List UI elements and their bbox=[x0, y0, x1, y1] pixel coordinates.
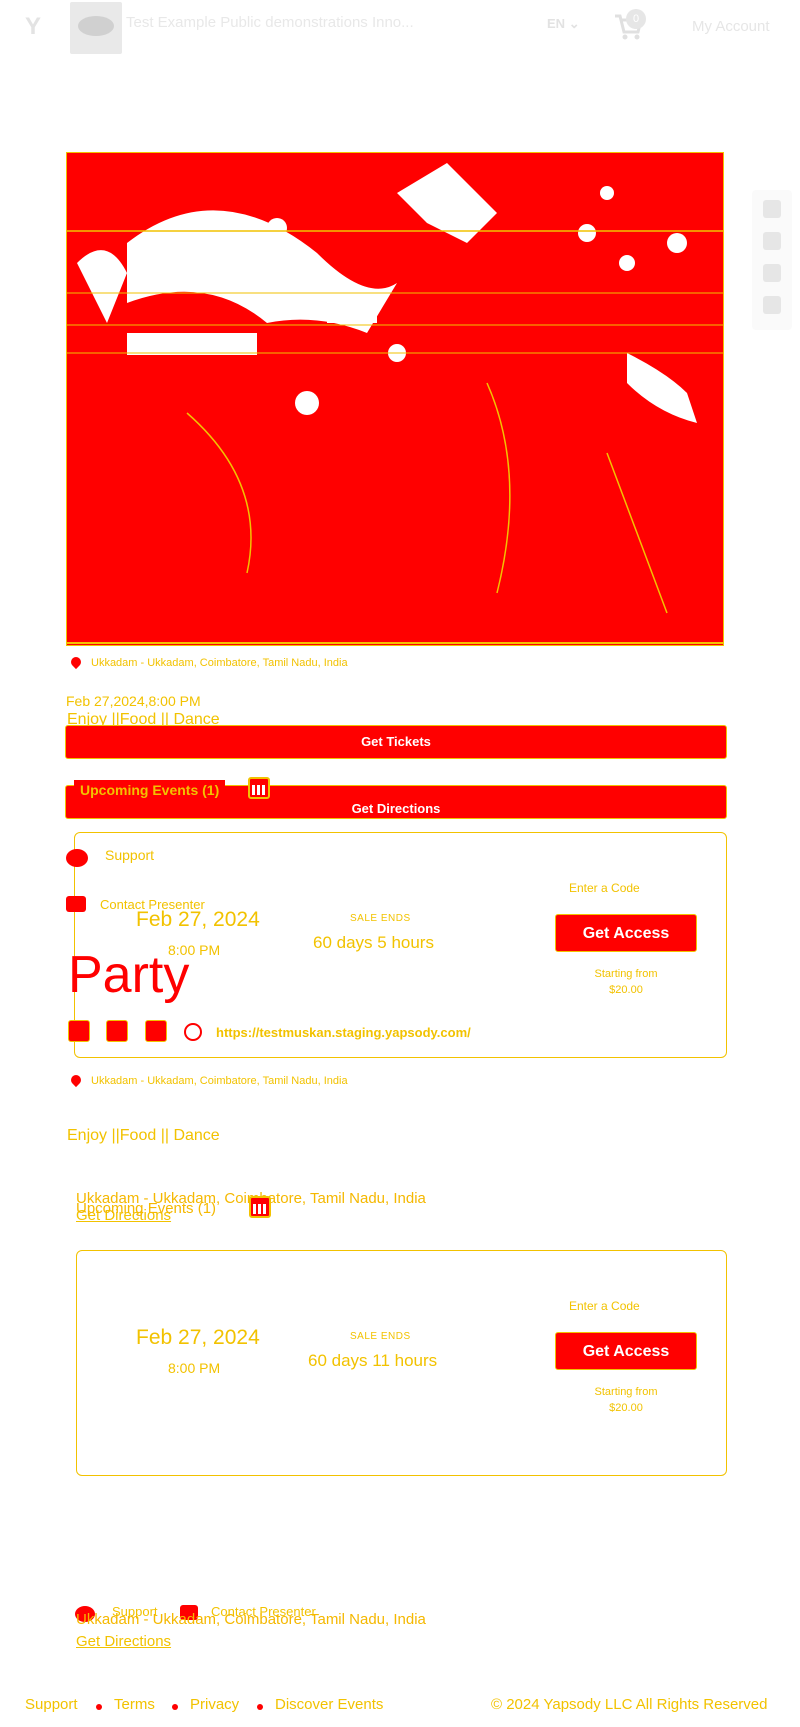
get-access-button[interactable]: Get Access bbox=[555, 1332, 697, 1370]
ticket-date: Feb 27, 2024 bbox=[136, 1326, 260, 1349]
language-label: EN bbox=[547, 16, 566, 31]
globe-icon bbox=[184, 1023, 202, 1041]
footer-separator bbox=[172, 1704, 178, 1710]
footer-copyright: © 2024 Yapsody LLC All Rights Reserved bbox=[491, 1696, 768, 1713]
share-rail bbox=[752, 190, 792, 330]
event-website-link[interactable]: https://testmuskan.staging.yapsody.com/ bbox=[216, 1025, 471, 1040]
twitter-share-icon[interactable] bbox=[763, 232, 781, 250]
event-tags-2: Enjoy ||Food || Dance bbox=[67, 1127, 220, 1144]
chevron-down-icon: ⌄ bbox=[568, 16, 580, 31]
footer-terms-link[interactable]: Terms bbox=[114, 1696, 155, 1713]
event-location-row: Ukkadam - Ukkadam, Coimbatore, Tamil Nad… bbox=[70, 657, 348, 669]
location-pin-icon bbox=[70, 1075, 82, 1089]
event-hero-image bbox=[66, 152, 724, 646]
event-name: Party bbox=[68, 946, 190, 1004]
sale-ends-label: SALE ENDS bbox=[350, 913, 411, 924]
ticket-date: Feb 27, 2024 bbox=[136, 908, 260, 931]
event-location: Ukkadam - Ukkadam, Coimbatore, Tamil Nad… bbox=[91, 1075, 348, 1087]
ticket-price: $20.00 bbox=[609, 1402, 643, 1414]
sale-countdown: 60 days 11 hours bbox=[308, 1351, 438, 1370]
twitter-icon[interactable] bbox=[106, 1020, 128, 1042]
footer-separator bbox=[96, 1704, 102, 1710]
share-icon[interactable] bbox=[763, 296, 781, 314]
starting-from: Starting from $20.00 bbox=[572, 1384, 680, 1416]
ticket-time: 8:00 PM bbox=[168, 1360, 221, 1376]
sale-countdown: 60 days 5 hours bbox=[313, 933, 434, 952]
event-datetime: Feb 27,2024,8:00 PM bbox=[66, 693, 201, 709]
pinterest-share-icon[interactable] bbox=[763, 264, 781, 282]
enter-code-link[interactable]: Enter a Code bbox=[569, 1299, 640, 1313]
starting-from-label: Starting from bbox=[594, 968, 658, 980]
footer-discover-link[interactable]: Discover Events bbox=[275, 1696, 383, 1713]
get-tickets-button[interactable]: Get Tickets bbox=[65, 725, 727, 759]
upcoming-events-heading-2: Upcoming Events (1) bbox=[76, 1200, 217, 1217]
calendar-icon[interactable] bbox=[248, 777, 270, 799]
facebook-share-icon[interactable] bbox=[763, 200, 781, 218]
calendar-icon[interactable] bbox=[249, 1196, 271, 1218]
cart-count-badge: 0 bbox=[626, 9, 646, 29]
upcoming-events-heading: Upcoming Events (1) bbox=[74, 780, 226, 800]
starting-from-label: Starting from bbox=[594, 1386, 658, 1398]
sale-ends-label: SALE ENDS bbox=[350, 1331, 411, 1342]
location-pin-icon bbox=[70, 657, 82, 671]
footer-support-link[interactable]: Support bbox=[25, 1696, 78, 1713]
header-event-title: Test Example Public demonstrations Inno.… bbox=[126, 14, 414, 31]
mail-icon bbox=[66, 896, 86, 912]
yapsody-logo[interactable]: Y bbox=[18, 14, 48, 40]
get-directions-link-2[interactable]: Get Directions bbox=[76, 1633, 171, 1650]
event-thumbnail bbox=[70, 2, 122, 54]
instagram-icon[interactable] bbox=[145, 1020, 167, 1042]
support-link[interactable]: Support bbox=[105, 847, 154, 863]
event-location-row-2: Ukkadam - Ukkadam, Coimbatore, Tamil Nad… bbox=[70, 1075, 348, 1087]
event-location: Ukkadam - Ukkadam, Coimbatore, Tamil Nad… bbox=[91, 657, 348, 669]
language-selector[interactable]: EN ⌄ bbox=[547, 16, 580, 32]
my-account-link[interactable]: My Account bbox=[692, 18, 770, 35]
facebook-icon[interactable] bbox=[68, 1020, 90, 1042]
starting-from: Starting from $20.00 bbox=[572, 966, 680, 998]
footer-privacy-link[interactable]: Privacy bbox=[190, 1696, 239, 1713]
venue-address-2: Ukkadam - Ukkadam, Coimbatore, Tamil Nad… bbox=[76, 1611, 426, 1628]
footer-separator bbox=[257, 1704, 263, 1710]
support-chat-icon bbox=[66, 849, 88, 867]
enter-code-link[interactable]: Enter a Code bbox=[569, 881, 640, 895]
get-access-button[interactable]: Get Access bbox=[555, 914, 697, 952]
ticket-price: $20.00 bbox=[609, 984, 643, 996]
